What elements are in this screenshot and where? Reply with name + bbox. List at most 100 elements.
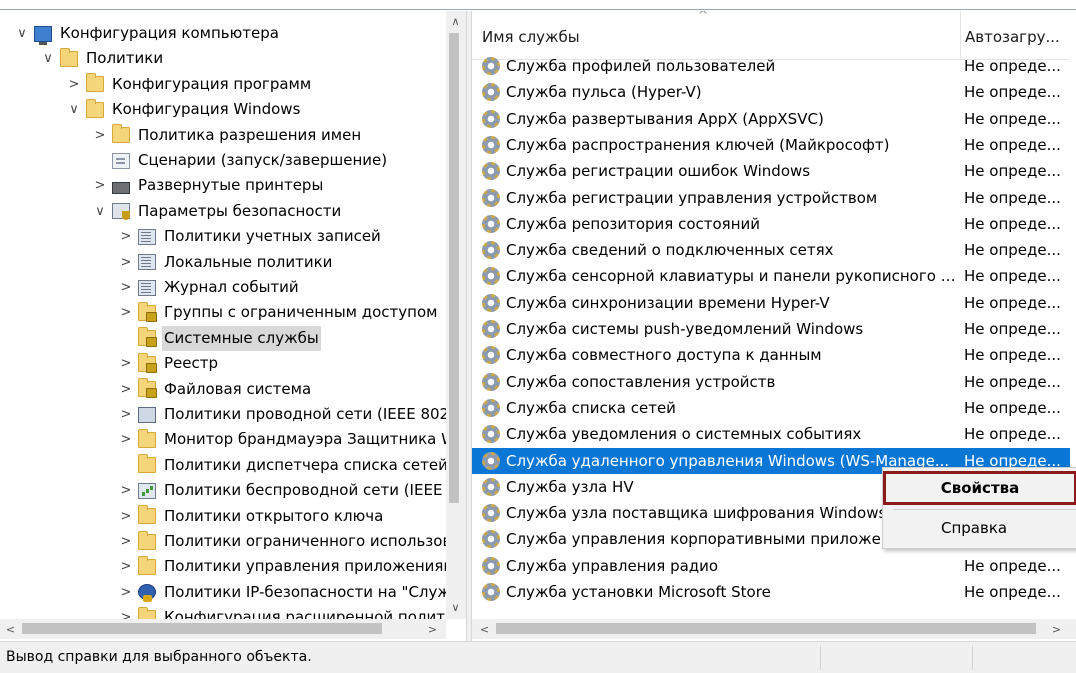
service-row[interactable]: Служба управления радио Не опреде...: [472, 553, 1070, 579]
tree-item-label: Политики учетных записей: [164, 227, 381, 246]
expand-chevron-icon[interactable]: >: [118, 529, 134, 554]
tree-vertical-scrollbar[interactable]: ∧ ∨: [446, 11, 466, 619]
tree-item[interactable]: > Политики IP-безопасности на "Служба кат…: [118, 580, 446, 605]
tree-item[interactable]: > Группы с ограниченным доступом: [118, 300, 439, 325]
tree-item[interactable]: > Файловая система: [118, 377, 313, 402]
expand-chevron-icon[interactable]: >: [118, 427, 134, 452]
expand-chevron-icon[interactable]: >: [118, 478, 134, 503]
expand-chevron-icon[interactable]: >: [118, 554, 134, 579]
list-scroll-left-arrow-icon[interactable]: <: [476, 621, 493, 638]
tree-item-label: Развернутые принтеры: [138, 176, 324, 195]
collapse-chevron-icon[interactable]: ∨: [40, 46, 56, 71]
expand-chevron-icon[interactable]: >: [92, 123, 108, 148]
tree-item[interactable]: Сценарии (запуск/завершение): [92, 148, 389, 173]
expand-chevron-icon[interactable]: >: [66, 72, 82, 97]
tree-item[interactable]: > Политики беспроводной сети (IEEE 802.11…: [118, 478, 446, 503]
scroll-down-arrow-icon[interactable]: ∨: [447, 599, 464, 616]
scroll-up-arrow-icon[interactable]: ∧: [447, 13, 464, 30]
tree-item[interactable]: > Монитор брандмауэра Защитника Windows: [118, 427, 446, 452]
service-row[interactable]: Служба системы push-уведомлений Windows Н…: [472, 316, 1070, 342]
service-name: Служба сопоставления устройств: [506, 372, 776, 391]
service-row[interactable]: Служба установки Microsoft Store Не опред…: [472, 579, 1070, 605]
service-row[interactable]: Служба регистрации управления устройство…: [472, 185, 1070, 211]
tree-item[interactable]: ∨ Параметры безопасности: [92, 199, 343, 224]
column-header-startup[interactable]: Автозагру...: [960, 11, 1065, 59]
service-name: Служба совместного доступа к данным: [506, 346, 822, 365]
service-name: Служба установки Microsoft Store: [506, 583, 771, 601]
tree-item[interactable]: > Политики учетных записей: [118, 224, 383, 249]
scroll-left-arrow-icon[interactable]: <: [2, 621, 19, 638]
service-name: Служба системы push-уведомлений Windows: [506, 320, 864, 338]
service-row[interactable]: Служба профилей пользователей Не опреде..…: [472, 53, 1070, 79]
service-row[interactable]: Служба синхронизации времени Hyper-V Не о…: [472, 290, 1070, 316]
expand-chevron-icon[interactable]: >: [118, 504, 134, 529]
expand-chevron-icon[interactable]: >: [118, 300, 134, 325]
tree-item[interactable]: > Политики управления приложениями: [118, 554, 446, 579]
scroll-right-arrow-icon[interactable]: >: [424, 621, 441, 638]
service-gear-icon: [482, 162, 500, 181]
expand-chevron-icon[interactable]: >: [118, 224, 134, 249]
service-row[interactable]: Служба пульса (Hyper-V) Не опреде...: [472, 79, 1070, 105]
collapse-chevron-icon[interactable]: ∨: [14, 21, 30, 46]
service-row[interactable]: Служба репозитория состояний Не опреде...: [472, 211, 1070, 237]
tree-item[interactable]: > Политика разрешения имен: [92, 123, 363, 148]
tree-item[interactable]: > Развернутые принтеры: [92, 173, 325, 198]
tree-hscroll-thumb[interactable]: [22, 623, 382, 634]
tree-item[interactable]: ∨ Политики: [40, 46, 165, 71]
tree-item[interactable]: > Политики открытого ключа: [118, 504, 385, 529]
context-menu-help[interactable]: Справка: [883, 511, 1075, 545]
locked-folder-icon: [138, 378, 157, 399]
service-row[interactable]: Служба списка сетей Не опреде...: [472, 395, 1070, 421]
tree-item[interactable]: Системные службы: [118, 325, 321, 351]
service-row[interactable]: Служба сведений о подключенных сетях Не о…: [472, 237, 1070, 263]
tree-horizontal-scrollbar[interactable]: < >: [0, 619, 446, 639]
expand-chevron-icon[interactable]: >: [118, 402, 134, 427]
service-startup: Не опреде...: [964, 267, 1061, 286]
service-startup: Не опреде...: [964, 241, 1061, 260]
tree-item[interactable]: > Политики ограниченного использования пр…: [118, 529, 446, 554]
expand-chevron-icon[interactable]: >: [118, 580, 134, 605]
policy-icon: [138, 254, 156, 271]
tree-item-label: Политики IP-безопасности на "Служба ката…: [164, 582, 446, 601]
locked-folder-icon: [138, 301, 157, 322]
service-row[interactable]: Служба развертывания AppX (AppXSVC) Не оп…: [472, 106, 1070, 132]
tree-item[interactable]: Политики диспетчера списка сетей: [118, 453, 446, 478]
service-row[interactable]: Служба распространения ключей (Майкрософ…: [472, 132, 1070, 158]
tree-item[interactable]: > Журнал событий: [118, 275, 301, 300]
service-row[interactable]: Служба сенсорной клавиатуры и панели рук…: [472, 263, 1070, 289]
service-gear-icon: [482, 214, 500, 233]
service-gear-icon: [482, 425, 500, 444]
tree-item[interactable]: > Реестр: [118, 351, 220, 376]
expand-chevron-icon[interactable]: >: [118, 351, 134, 376]
tree-item[interactable]: ∨ Конфигурация компьютера: [14, 21, 281, 46]
service-row[interactable]: Служба регистрации ошибок Windows Не опре…: [472, 158, 1070, 184]
tree-item[interactable]: > Политики проводной сети (IEEE 802.3): [118, 402, 446, 427]
collapse-chevron-icon[interactable]: ∨: [92, 199, 108, 224]
expand-chevron-icon[interactable]: >: [118, 275, 134, 300]
service-name: Служба синхронизации времени Hyper-V: [506, 293, 830, 312]
list-scroll-right-arrow-icon[interactable]: >: [1048, 621, 1065, 638]
window-top-edge: [0, 0, 1076, 10]
folder-icon: [138, 530, 156, 550]
column-header-service-name[interactable]: Имя службы: [482, 11, 952, 59]
tree-item[interactable]: > Конфигурация расширенной политики аудит…: [118, 605, 446, 619]
status-bar: Вывод справки для выбранного объекта.: [0, 641, 1076, 673]
list-hscroll-thumb[interactable]: [496, 623, 1036, 634]
tree-item[interactable]: ∨ Конфигурация Windows: [66, 97, 302, 122]
expand-chevron-icon[interactable]: >: [92, 173, 108, 198]
service-row[interactable]: Служба совместного доступа к данным Не оп…: [472, 342, 1070, 368]
service-startup: Не опреде...: [964, 320, 1061, 338]
context-menu-properties[interactable]: Свойства: [883, 471, 1076, 505]
service-row[interactable]: Служба сопоставления устройств Не опреде.…: [472, 369, 1070, 395]
list-horizontal-scrollbar[interactable]: < >: [472, 619, 1076, 639]
tree-scroll-thumb[interactable]: [449, 33, 459, 503]
expand-chevron-icon[interactable]: >: [118, 377, 134, 402]
expand-chevron-icon[interactable]: >: [118, 250, 134, 275]
collapse-chevron-icon[interactable]: ∨: [66, 97, 82, 122]
tree-item[interactable]: > Конфигурация программ: [66, 72, 313, 97]
tree-item-label: Конфигурация Windows: [112, 100, 301, 119]
expand-chevron-icon[interactable]: >: [118, 605, 134, 619]
tree-item[interactable]: > Локальные политики: [118, 250, 334, 275]
service-row[interactable]: Служба уведомления о системных событиях Н…: [472, 421, 1070, 447]
tree-item-label: Политики открытого ключа: [164, 506, 384, 525]
